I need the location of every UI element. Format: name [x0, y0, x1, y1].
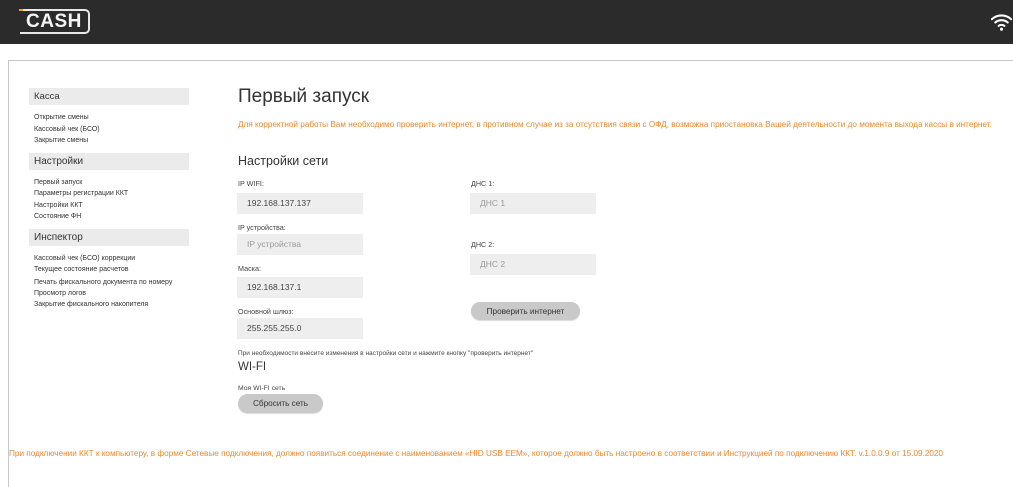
dns2-label: ДНС 2: — [471, 240, 495, 249]
dns1-field[interactable] — [470, 193, 596, 214]
ip-device-field[interactable] — [237, 234, 363, 255]
logo-frame: CASH — [19, 9, 90, 34]
sidebar-item-correction-receipt[interactable]: Кассовый чек (БСО) коррекции — [29, 253, 189, 265]
ip-device-label: IP устройства: — [238, 223, 286, 232]
mask-label: Маска: — [238, 264, 261, 273]
sidebar-item-settlement-state[interactable]: Текущее состояние расчетов — [29, 264, 189, 276]
page-title: Первый запуск — [238, 86, 370, 107]
sidebar-item-kkt-settings[interactable]: Настройки ККТ — [29, 200, 189, 212]
my-wifi-label: Моя WI-FI сеть — [238, 385, 286, 392]
reset-network-button[interactable]: Сбросить сеть — [238, 394, 323, 413]
logo: CASH — [19, 9, 90, 34]
wifi-icon[interactable] — [990, 10, 1013, 34]
sidebar-item-close-fn[interactable]: Закрытие фискального накопителя — [29, 299, 189, 311]
ip-wifi-field[interactable] — [237, 193, 363, 214]
dns2-field[interactable] — [470, 254, 596, 275]
sidebar-item-first-launch[interactable]: Первый запуск — [29, 177, 189, 189]
sidebar-section-kassa: Касса — [29, 88, 189, 105]
dns1-label: ДНС 1: — [471, 179, 495, 188]
footer-note: При подключении ККТ к компьютеру, в форм… — [9, 449, 944, 458]
sidebar-item-print-fiscal-doc[interactable]: Печать фискального документа по номеру — [29, 278, 174, 287]
sidebar-item-fn-state[interactable]: Состояние ФН — [29, 211, 189, 223]
sidebar-item-receipt[interactable]: Кассовый чек (БСО) — [29, 124, 189, 136]
sidebar-item-view-logs[interactable]: Просмотр логов — [29, 288, 189, 300]
ip-wifi-label: IP WIFI: — [238, 179, 264, 188]
network-settings-title: Настройки сети — [238, 154, 329, 168]
notice-text: Для корректной работы Вам необходимо про… — [238, 120, 992, 129]
sidebar-section-inspector: Инспектор — [29, 228, 189, 246]
mask-field[interactable] — [237, 277, 363, 298]
gateway-label: Основной шлюз: — [238, 307, 294, 316]
sidebar-section-settings: Настройки — [29, 152, 189, 170]
sidebar-item-open-shift[interactable]: Открытие смены — [29, 112, 189, 124]
check-internet-button[interactable]: Проверить интернет — [471, 302, 580, 320]
network-hint: При необходимости внесите изменения в на… — [238, 350, 534, 357]
sidebar-item-close-shift[interactable]: Закрытие смены — [29, 135, 189, 147]
sidebar-item-registration-params[interactable]: Параметры регистрации ККТ — [29, 188, 189, 200]
gateway-field[interactable] — [237, 318, 363, 339]
sidebar: Касса Открытие смены Кассовый чек (БСО) … — [29, 88, 189, 317]
logo-text: CASH — [26, 10, 82, 32]
top-bar: CASH — [0, 0, 1013, 44]
wifi-section-title: WI-FI — [238, 361, 267, 373]
